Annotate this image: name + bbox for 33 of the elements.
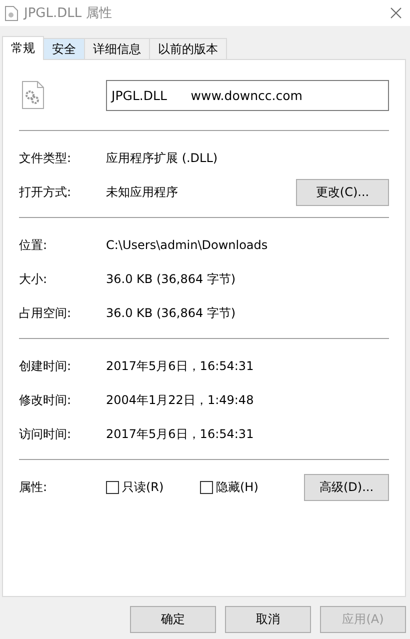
- property-label: 大小:: [19, 270, 48, 288]
- property-label: 位置:: [19, 236, 48, 254]
- property-value: 2017年5月6日，16:54:31: [106, 426, 255, 442]
- property-value: 未知应用程序: [106, 184, 179, 200]
- property-label: 创建时间:: [19, 358, 72, 374]
- file-name-field[interactable]: JPGL.DLL www.downcc.com: [106, 80, 389, 110]
- property-value: 2017年5月6日，16:54:31: [106, 358, 255, 374]
- property-value: 36.0 KB (36,864 字节): [106, 304, 237, 322]
- change-button[interactable]: 更改(C)...: [296, 178, 389, 206]
- dialog-button[interactable]: 确定: [130, 606, 216, 633]
- checkbox-label: 只读(R): [122, 478, 164, 496]
- property-label: 文件类型:: [19, 150, 72, 166]
- property-label: 占用空间:: [19, 304, 72, 322]
- property-value: C:\Users\admin\Downloads: [106, 238, 269, 252]
- property-value: 36.0 KB (36,864 字节): [106, 270, 237, 288]
- advanced-button[interactable]: 高级(D)...: [304, 474, 389, 500]
- close-icon[interactable]: [390, 7, 402, 19]
- file-icon: [5, 6, 18, 20]
- property-label: 属性:: [19, 478, 48, 496]
- property-label: 修改时间:: [19, 392, 72, 408]
- checkbox-label: 隐藏(H): [216, 478, 258, 496]
- property-value: 应用程序扩展 (.DLL): [106, 150, 219, 166]
- checkbox[interactable]: [200, 480, 213, 494]
- property-label: 访问时间:: [19, 426, 72, 442]
- dialog-button[interactable]: 取消: [225, 606, 311, 633]
- property-value: 2004年1月22日，1:49:48: [106, 392, 255, 408]
- checkbox[interactable]: [106, 480, 119, 494]
- window-title: JPGL.DLL 属性: [24, 5, 113, 22]
- tab[interactable]: 常规: [2, 36, 44, 60]
- gear-file-icon: [22, 81, 44, 109]
- property-label: 打开方式:: [19, 184, 72, 200]
- tab[interactable]: 安全: [43, 38, 85, 59]
- tab[interactable]: 以前的版本: [149, 38, 227, 59]
